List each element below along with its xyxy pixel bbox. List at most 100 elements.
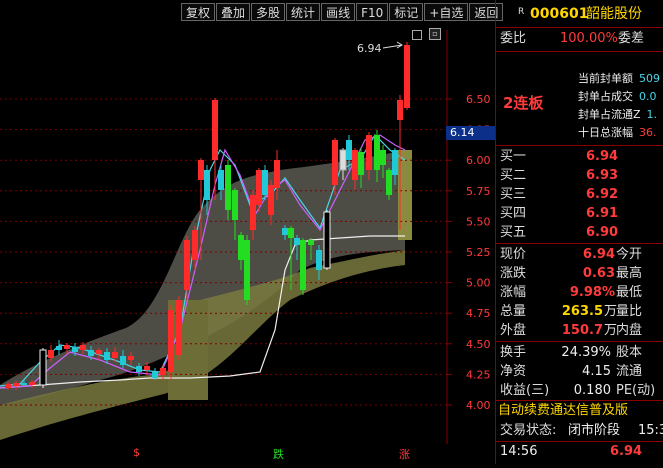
limit-up-info-line: 当前封单额 509 xyxy=(578,70,660,86)
bid-label: 买四 xyxy=(500,206,527,221)
candle-body xyxy=(274,160,280,188)
price-tick-label: 4.25 xyxy=(466,368,491,381)
chart-toolbar: 复权 叠加 多股 统计 画线 F10 标记 +自选 返回 xyxy=(181,3,504,21)
candle-body xyxy=(160,368,166,375)
tick-row: 14:56 6.94 xyxy=(498,442,663,462)
candle-body xyxy=(238,235,244,260)
candle-body xyxy=(56,346,62,350)
candle-body xyxy=(120,356,126,365)
lianban-label: 2连板 xyxy=(503,94,544,112)
stats-label: 净资 xyxy=(500,364,527,379)
candle-body xyxy=(352,150,358,180)
trade-status-label: 交易状态: xyxy=(500,423,557,438)
quote-value: 9.98% xyxy=(569,285,615,300)
current-price-tag: 6.14 xyxy=(450,126,475,139)
candle-body xyxy=(152,372,158,378)
candle-body xyxy=(346,140,352,160)
kline-chart[interactable]: 6.506.256.005.755.505.255.004.754.504.25… xyxy=(0,0,504,464)
divider xyxy=(496,27,663,28)
quote-label2: 最低 xyxy=(616,285,643,300)
tick-price: 6.94 xyxy=(610,444,643,459)
candle-body xyxy=(218,170,224,190)
concept-row[interactable]: 自动续费通达信普及版 xyxy=(498,401,663,421)
bid-label: 买二 xyxy=(500,168,527,183)
candle-body xyxy=(323,211,331,269)
price-tick-label: 4.50 xyxy=(466,338,491,351)
close-box-icon[interactable]: ▫ xyxy=(429,28,441,40)
square-icon[interactable] xyxy=(412,30,422,40)
candle-body xyxy=(397,100,403,120)
limit-up-info-line: 封单占流通Z 1. xyxy=(578,106,657,122)
candle-body xyxy=(308,240,314,245)
candle-body xyxy=(316,250,322,270)
trade-status-time: 15:3 xyxy=(638,423,663,438)
candle-body xyxy=(380,150,386,165)
bid-label: 买三 xyxy=(500,187,527,202)
quote-value: 150.7 xyxy=(561,323,603,338)
candle-body xyxy=(80,345,86,350)
toolbar-button-2[interactable]: 多股 xyxy=(251,3,286,21)
toolbar-button-0[interactable]: 复权 xyxy=(181,3,216,21)
candlestick-chart-canvas[interactable]: 6.506.256.005.755.505.255.004.754.504.25… xyxy=(0,0,495,464)
weicha-label: 委差 xyxy=(618,31,645,46)
weibi-row: 委比 100.00% 委差 xyxy=(498,29,663,49)
toolbar-button-7[interactable]: +自选 xyxy=(424,3,469,21)
divider xyxy=(496,145,663,146)
quote-label: 外盘 xyxy=(500,323,527,338)
candle-body xyxy=(136,366,142,372)
candle-body xyxy=(392,150,398,175)
candle-body xyxy=(48,350,54,358)
bid-price: 6.90 xyxy=(586,225,619,240)
stats-label: 换手 xyxy=(500,345,527,360)
candle-body xyxy=(204,170,210,200)
info-value: 1. xyxy=(646,108,658,121)
candle-body xyxy=(225,165,231,210)
candle-body xyxy=(262,170,268,195)
peak-marker: 6.94 xyxy=(357,41,403,55)
r-badge: R xyxy=(518,7,525,17)
stats-label: 收益(三) xyxy=(500,383,550,398)
divider xyxy=(496,341,663,342)
candle-body xyxy=(404,45,410,108)
quote-label: 涨跌 xyxy=(500,266,527,281)
info-value: 36. xyxy=(639,126,657,139)
info-value: 509 xyxy=(639,72,660,85)
toolbar-button-3[interactable]: 统计 xyxy=(286,3,321,21)
concept-text[interactable]: 自动续费通达信普及版 xyxy=(498,403,628,418)
quote-panel: R 000601 韶能股份 委比 100.00% 委差 当前封单额 509 封单占成… xyxy=(495,0,663,464)
candle-body xyxy=(39,349,47,386)
candle-body xyxy=(332,140,338,185)
quote-value: 263.5 xyxy=(561,304,603,319)
bid-price: 6.94 xyxy=(586,149,619,164)
candle-body xyxy=(96,350,102,354)
candle-body xyxy=(386,170,392,195)
bid-price: 6.91 xyxy=(586,206,619,221)
quote-value: 6.94 xyxy=(582,247,615,262)
price-tick-label: 5.75 xyxy=(466,185,491,198)
signal-marker: 跌 xyxy=(273,448,284,461)
candle-body xyxy=(288,228,294,238)
trade-status-value: 闭市阶段 xyxy=(568,423,621,438)
tick-time: 14:56 xyxy=(500,444,538,459)
price-tick-label: 5.50 xyxy=(466,215,491,228)
limit-up-info-line: 封单占成交 0.0 xyxy=(578,88,657,104)
toolbar-button-5[interactable]: F10 xyxy=(356,3,389,21)
candle-body xyxy=(192,230,198,260)
candle-body xyxy=(21,383,27,385)
toolbar-button-4[interactable]: 画线 xyxy=(321,3,356,21)
price-tick-label: 4.75 xyxy=(466,307,491,320)
quote-row: 总量 263.5 万量比 xyxy=(498,302,663,322)
candle-body xyxy=(358,152,364,175)
quote-value: 0.63 xyxy=(582,266,615,281)
weibi-value: 100.00% xyxy=(560,31,618,46)
bid-row: 买五 6.90 xyxy=(498,223,663,243)
candle-body xyxy=(339,149,347,171)
price-tick-label: 5.25 xyxy=(466,246,491,259)
toolbar-button-1[interactable]: 叠加 xyxy=(216,3,251,21)
toolbar-button-6[interactable]: 标记 xyxy=(389,3,424,21)
stock-name: 韶能股份 xyxy=(586,6,642,22)
candle-body xyxy=(244,240,250,300)
price-tick-label: 5.00 xyxy=(466,277,491,290)
candle-body xyxy=(29,382,35,385)
quote-label2: 今开 xyxy=(616,247,643,262)
